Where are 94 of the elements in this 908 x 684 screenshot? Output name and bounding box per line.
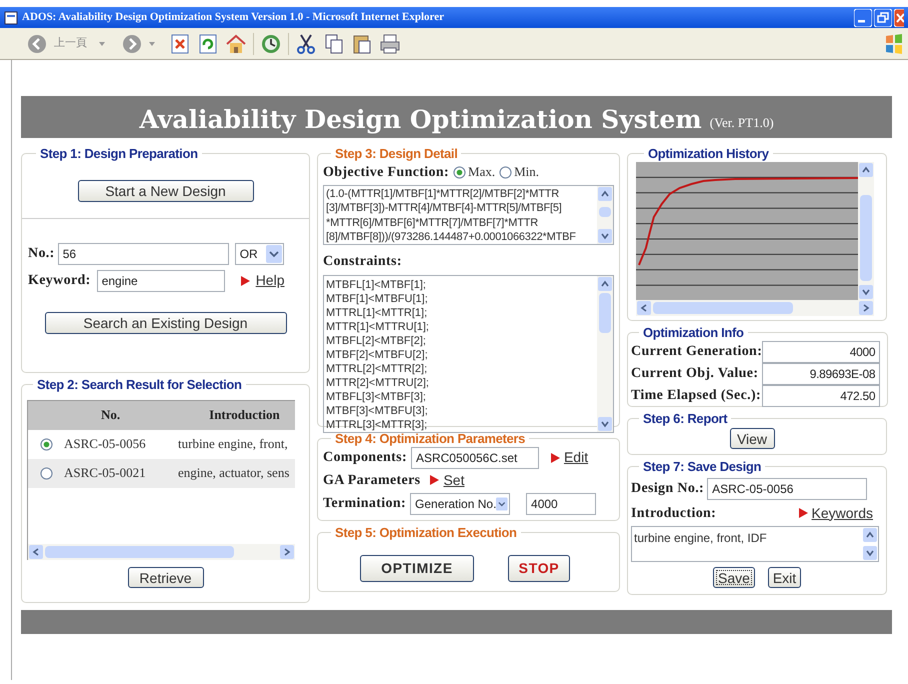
column-header: No.: [101, 406, 120, 424]
constraints-text-area[interactable]: MTBFL[1]<MTBF[1]; MTBF[1]<MTBFU[1]; MTTRL[1]<MTTR[1]; MTTR[1]<MTTRU[1]; MTBFL[2]<MTBF[2]; MTBF[2]<MTBFU[2]; MTTRL[2]<MTTR[2]; MTTR[2]<MTTRU[2]; MTBFL[3]<MTBF[3]; MTBF[3]<MTBFU[3]; MTTRL[3]<MTTR[3];: [323, 274, 614, 432]
radio-button[interactable]: [453, 166, 466, 178]
radio-button[interactable]: [499, 166, 512, 178]
window-title: ADOS: Avaliability Design Optimization System Version 1.0 - Microsoft Internet Explorer: [22, 10, 444, 26]
section-legend: Optimization Info: [639, 323, 748, 342]
scroll-up-icon[interactable]: [859, 162, 873, 176]
field-label: Time Elapsed (Sec.):: [631, 387, 762, 405]
table-cell-text: ASRC-05-0056: [64, 435, 147, 454]
section-legend: Step 3: Design Detail: [331, 144, 462, 164]
table-cell-text: ASRC-05-0021: [64, 464, 147, 482]
windows-logo-icon: [884, 32, 904, 54]
scroll-left-icon[interactable]: [29, 544, 43, 558]
history-icon[interactable]: [260, 32, 282, 54]
field-label: Components:: [323, 449, 407, 467]
table-cell-text: engine, actuator, sens: [178, 464, 290, 482]
push-button[interactable]: Start a New Design: [78, 180, 254, 202]
stop-icon[interactable]: [169, 32, 191, 54]
printer-icon[interactable]: [379, 32, 401, 54]
push-button[interactable]: STOP: [508, 554, 570, 582]
section-legend: Step 7: Save Design: [639, 457, 766, 476]
scroll-thumb[interactable]: [860, 194, 872, 280]
arrow-bullet-icon: [550, 452, 560, 462]
text-link[interactable]: Set: [443, 470, 464, 490]
scroll-up-icon[interactable]: [598, 276, 612, 290]
close-icon[interactable]: [894, 8, 904, 26]
scroll-down-icon[interactable]: [863, 546, 877, 560]
scroll-thumb[interactable]: [599, 206, 611, 216]
input-field[interactable]: engine: [96, 270, 225, 292]
scroll-down-icon[interactable]: [859, 284, 873, 298]
objective-text-area[interactable]: (1.0-(MTTR[1]/MTBF[1]*MTTR[2]/MTBF[2]*MTTR [3]/MTBF[3])-MTTR[4]/MTBF[4]-MTTR[5]/MTBF[5] *MTTR[6]/MTBF[6]*MTTR[7]/MTBF[7]*MTTR [8]/MTBF[8]))/(973286.144487+0.0001066322*MTBF: [323, 184, 614, 244]
field-label: Introduction:: [631, 504, 716, 522]
section-legend: Step 2: Search Result for Selection: [33, 375, 246, 394]
cut-icon[interactable]: [295, 32, 317, 54]
arrow-bullet-icon: [240, 276, 250, 286]
scroll-thumb[interactable]: [653, 302, 793, 314]
input-field[interactable]: 4000: [762, 340, 880, 362]
field-label: Keyword:: [28, 272, 91, 290]
paste-icon[interactable]: [351, 32, 373, 54]
push-button[interactable]: OPTIMIZE: [360, 554, 474, 582]
section-legend: Step 1: Design Preparation: [36, 144, 202, 164]
field-label: Current Generation:: [631, 343, 762, 361]
radio-button[interactable]: [40, 438, 52, 450]
scroll-right-icon[interactable]: [280, 544, 294, 558]
radio-label: Min.: [514, 163, 540, 182]
table-cell-text: turbine engine, front,: [178, 435, 288, 454]
scroll-right-icon[interactable]: [859, 300, 873, 314]
section-legend: Optimization History: [644, 144, 773, 164]
radio-button[interactable]: [40, 466, 52, 480]
text-link[interactable]: Edit: [564, 447, 588, 468]
scroll-down-icon[interactable]: [598, 228, 612, 242]
restore-icon[interactable]: [874, 8, 892, 26]
scroll-up-icon[interactable]: [598, 186, 612, 200]
push-button[interactable]: Retrieve: [128, 566, 204, 588]
home-icon[interactable]: [225, 32, 247, 54]
scroll-thumb[interactable]: [599, 292, 611, 332]
radio-label: Max.: [468, 163, 496, 182]
scroll-down-icon[interactable]: [598, 416, 612, 430]
field-label: Objective Function:: [323, 164, 450, 182]
field-label: Constraints:: [323, 254, 402, 268]
push-button[interactable]: Exit: [768, 566, 801, 588]
push-button[interactable]: View: [730, 428, 774, 448]
scroll-up-icon[interactable]: [863, 528, 877, 542]
section-legend: Step 6: Report: [639, 409, 732, 428]
dropdown[interactable]: Generation No.: [410, 492, 510, 514]
column-header: Introduction: [209, 406, 280, 424]
copy-icon[interactable]: [323, 32, 345, 54]
field-label: Termination:: [323, 495, 406, 513]
field-label: No.:: [28, 245, 55, 263]
input-field[interactable]: ASRC-05-0056: [707, 478, 868, 500]
input-field[interactable]: ASRC050056C.set: [410, 446, 539, 468]
refresh-icon[interactable]: [197, 32, 219, 54]
text-link[interactable]: Help: [256, 270, 284, 291]
scroll-thumb[interactable]: [45, 546, 234, 558]
scroll-left-icon[interactable]: [637, 300, 651, 314]
section-legend: Step 5: Optimization Execution: [331, 523, 521, 542]
dropdown[interactable]: OR: [234, 242, 284, 264]
text-link[interactable]: Keywords: [812, 502, 873, 524]
input-field[interactable]: 56: [58, 242, 229, 264]
field-label: Design No.:: [631, 480, 704, 498]
arrow-bullet-icon: [798, 508, 808, 518]
push-button[interactable]: Save: [713, 566, 755, 588]
arrow-bullet-icon: [430, 475, 440, 485]
minimize-icon[interactable]: [854, 8, 872, 26]
push-button[interactable]: Search an Existing Design: [44, 312, 286, 334]
introduction-text-area[interactable]: turbine engine, front, IDF: [631, 526, 879, 562]
field-label: GA Parameters: [323, 472, 420, 490]
page-icon: [4, 10, 18, 24]
version-label: (Ver. PT1.0): [710, 114, 774, 132]
banner-title: Avaliability Design Optimization System: [139, 107, 702, 132]
input-field[interactable]: 9.89693E-08: [762, 362, 880, 384]
input-field[interactable]: 472.50: [762, 384, 880, 406]
field-label: Current Obj. Value:: [631, 365, 758, 383]
input-field[interactable]: 4000: [526, 492, 596, 514]
